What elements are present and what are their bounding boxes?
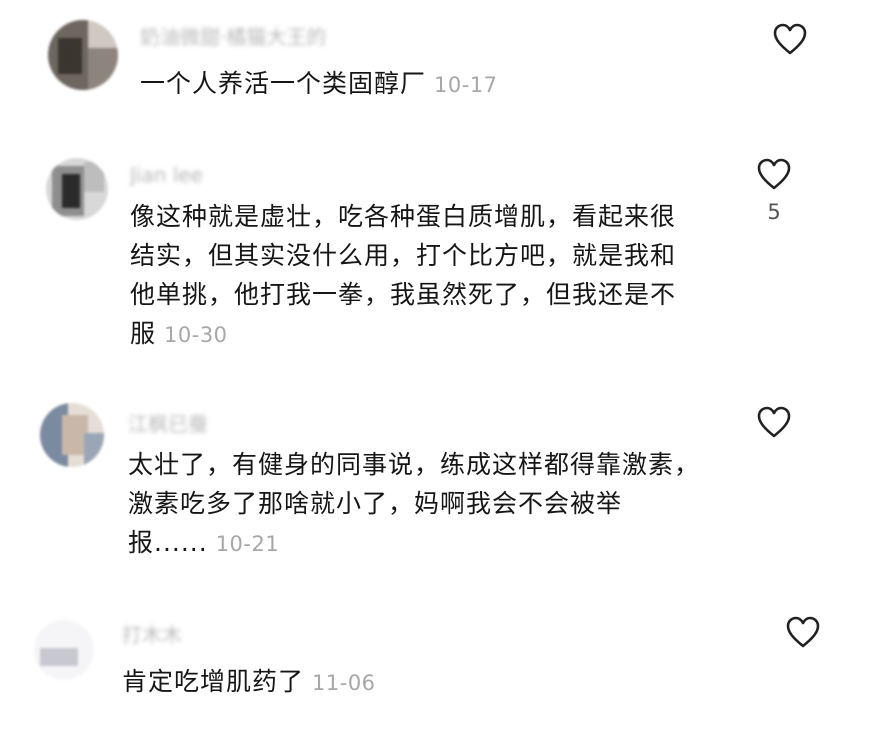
comment-item: 奶油微甜·橘猫大王的 一个人养活一个类固醇厂 10-17 xyxy=(0,0,878,120)
avatar[interactable] xyxy=(40,403,104,467)
comment-text: 像这种就是虚壮，吃各种蛋白质增肌，看起来很结实，但其实没什么用，打个比方吧，就是… xyxy=(130,197,700,355)
comment-username[interactable]: 奶油微甜·橘猫大王的 xyxy=(140,26,400,48)
comment-text: 一个人养活一个类固醇厂 10-17 xyxy=(140,64,700,105)
comment-username[interactable]: Jian lee xyxy=(130,164,240,186)
like-button[interactable] xyxy=(756,157,792,191)
comment-date: 10-30 xyxy=(164,323,228,347)
comment-date: 11-06 xyxy=(312,671,376,695)
comment-item: 打木木 肯定吃增肌药了 11-06 xyxy=(0,610,878,740)
comment-username[interactable]: 江枫已蚕 xyxy=(128,413,238,435)
comment-body: 太壮了，有健身的同事说，练成这样都得靠激素，激素吃多了那啥就小了，妈啊我会不会被… xyxy=(128,450,701,557)
heart-outline-icon xyxy=(757,406,791,438)
comment-item: 江枫已蚕 太壮了，有健身的同事说，练成这样都得靠激素，激素吃多了那啥就小了，妈啊… xyxy=(0,395,878,585)
avatar[interactable] xyxy=(46,158,108,220)
comment-username[interactable]: 打木木 xyxy=(122,624,212,646)
heart-outline-icon xyxy=(786,616,820,648)
comment-date: 10-21 xyxy=(215,532,280,556)
comment-body: 肯定吃增肌药了 xyxy=(122,667,305,696)
like-button[interactable] xyxy=(772,22,808,56)
comment-text: 肯定吃增肌药了 11-06 xyxy=(122,662,682,703)
like-button[interactable] xyxy=(785,615,821,649)
comment-date: 10-17 xyxy=(434,73,498,97)
comment-item: Jian lee 像这种就是虚壮，吃各种蛋白质增肌，看起来很结实，但其实没什么用… xyxy=(0,140,878,390)
like-button[interactable] xyxy=(756,405,792,439)
comment-body: 一个人养活一个类固醇厂 xyxy=(140,69,427,98)
avatar[interactable] xyxy=(34,620,94,680)
comment-text: 太壮了，有健身的同事说，练成这样都得靠激素，激素吃多了那啥就小了，妈啊我会不会被… xyxy=(128,445,708,564)
heart-outline-icon xyxy=(773,23,807,55)
avatar[interactable] xyxy=(48,20,118,90)
heart-outline-icon xyxy=(757,158,791,190)
like-count: 5 xyxy=(767,200,781,224)
